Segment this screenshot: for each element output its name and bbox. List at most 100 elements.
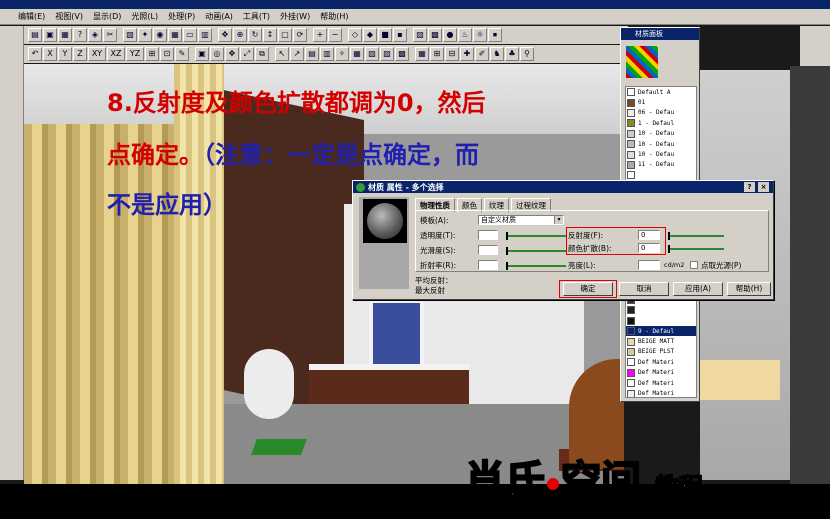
select-icon[interactable]: ▭ [183,28,197,42]
undo-icon[interactable]: ↶ [28,47,42,61]
pan-icon[interactable]: ✥ [218,28,232,42]
copy-icon[interactable]: ⧉ [255,47,269,61]
open-icon[interactable]: ▤ [28,28,42,42]
stop-icon[interactable]: ⏹ [488,28,502,42]
image-icon[interactable]: ▨ [413,28,427,42]
group-icon[interactable]: ▣ [195,47,209,61]
axis-x-button[interactable]: X [43,47,57,61]
sphere-select-icon[interactable]: ◎ [210,47,224,61]
apply-button[interactable]: 应用(A) [673,282,723,296]
dolly-icon[interactable]: ↕ [263,28,277,42]
light-icon[interactable]: ✦ [138,28,152,42]
flashlight-icon[interactable]: ⚲ [520,47,534,61]
material-list-item[interactable]: Def Materi [626,357,696,367]
color-bleed-slider[interactable] [668,245,724,253]
pointer-icon[interactable]: ↖ [275,47,289,61]
luminance-field[interactable] [638,260,660,270]
rotate-icon[interactable]: ⟳ [293,28,307,42]
edit-object-icon[interactable]: ▥ [320,47,334,61]
edit-pen-icon[interactable]: ✐ [475,47,489,61]
menu-display[interactable]: 显示(D) [93,11,121,22]
reflectance-slider[interactable] [668,232,724,240]
shade-icon[interactable]: ◆ [363,28,377,42]
material-list-item[interactable]: 1 - Defaul [626,118,696,128]
material-list-item[interactable]: 9 - Defaul [626,325,696,337]
material-list-item[interactable]: 10 - Defau [626,129,696,139]
material-list-item[interactable]: 10 - Defau [626,149,696,159]
axis-xy-button[interactable]: XY [88,47,106,61]
tree-icon[interactable]: ♣ [505,47,519,61]
table-icon[interactable]: ▦ [415,47,429,61]
material-list-item[interactable] [626,170,696,180]
scale-icon[interactable]: ⤢ [240,47,254,61]
menu-animation[interactable]: 动画(A) [205,11,233,22]
dialog-help-button[interactable]: ? [744,182,755,192]
paint-icon[interactable]: ✎ [175,47,189,61]
menu-plugins[interactable]: 外挂(W) [280,11,310,22]
axis-all-icon[interactable]: ⊞ [145,47,159,61]
snap-icon[interactable]: ⊡ [160,47,174,61]
dialog-close-button[interactable]: × [758,182,769,192]
menu-help[interactable]: 帮助(H) [320,11,348,22]
split-icon[interactable]: ⊟ [445,47,459,61]
material-list-item[interactable]: 10 - Defau [626,139,696,149]
refraction-field[interactable] [478,260,498,270]
axis-yz-button[interactable]: YZ [126,47,144,61]
material-list-item[interactable]: Def Materi [626,378,696,388]
radiosity-icon[interactable]: ☼ [473,28,487,42]
axis-z-button[interactable]: Z [73,47,87,61]
orbit-icon[interactable]: ↻ [248,28,262,42]
menu-tools[interactable]: 工具(T) [243,11,270,22]
fit-icon[interactable]: ▢ [278,28,292,42]
material-list-item[interactable]: Def Materi [626,388,696,397]
save-icon[interactable]: ▣ [43,28,57,42]
sphere-icon[interactable]: ● [443,28,457,42]
edit-texture-icon[interactable]: ▩ [395,47,409,61]
render-icon[interactable]: ▧ [123,28,137,42]
smoothness-slider[interactable] [506,247,566,255]
menu-process[interactable]: 处理(P) [168,11,195,22]
material-list-item[interactable]: 01 [626,97,696,107]
menu-lighting[interactable]: 光照(L) [131,11,158,22]
lamp-icon[interactable]: ◈ [88,28,102,42]
template-select[interactable]: 自定义材质 ▾ [478,215,564,225]
layers-icon[interactable]: ▥ [198,28,212,42]
add-light-icon[interactable]: ✚ [460,47,474,61]
edit-layer-icon[interactable]: ▦ [350,47,364,61]
walk-icon[interactable]: ♞ [490,47,504,61]
zoom-icon[interactable]: ⊕ [233,28,247,42]
move-icon[interactable]: ✥ [225,47,239,61]
mesh-icon[interactable]: ⊞ [430,47,444,61]
wire-icon[interactable]: ◇ [348,28,362,42]
pointer-plus-icon[interactable]: ↗ [290,47,304,61]
green-cube-icon[interactable]: ▪ [393,28,407,42]
transparency-slider[interactable] [506,232,566,240]
edit-material-icon[interactable]: ▨ [380,47,394,61]
smoothness-field[interactable] [478,245,498,255]
material-list-item[interactable]: Def Materi [626,368,696,378]
camera-icon[interactable]: ◉ [153,28,167,42]
zoom-out-icon[interactable]: − [328,28,342,42]
material-list-item[interactable]: 06 - Defau [626,108,696,118]
teapot-icon[interactable]: ♨ [458,28,472,42]
material-list-item[interactable] [626,305,696,315]
material-swatch-preview[interactable] [626,46,658,78]
cancel-button[interactable]: 取消 [619,282,669,296]
material-list-item[interactable]: 11 - Defau [626,160,696,170]
menu-edit[interactable]: 编辑(E) [18,11,45,22]
edit-light-icon[interactable]: ✧ [335,47,349,61]
menu-view[interactable]: 视图(V) [55,11,83,22]
axis-y-button[interactable]: Y [58,47,72,61]
refraction-slider[interactable] [506,262,566,270]
help-icon[interactable]: ? [73,28,87,42]
material-list-item[interactable]: BEIGE MATT [626,336,696,346]
light-source-checkbox[interactable] [690,261,698,269]
help-button[interactable]: 帮助(H) [727,282,771,296]
axis-xz-button[interactable]: XZ [107,47,125,61]
edit-view-icon[interactable]: ▧ [365,47,379,61]
cube-icon[interactable]: ■ [378,28,392,42]
film-icon[interactable]: ▩ [428,28,442,42]
material-list-item[interactable]: BEIGE PLST [626,347,696,357]
cut-icon[interactable]: ✂ [103,28,117,42]
zoom-in-icon[interactable]: + [313,28,327,42]
